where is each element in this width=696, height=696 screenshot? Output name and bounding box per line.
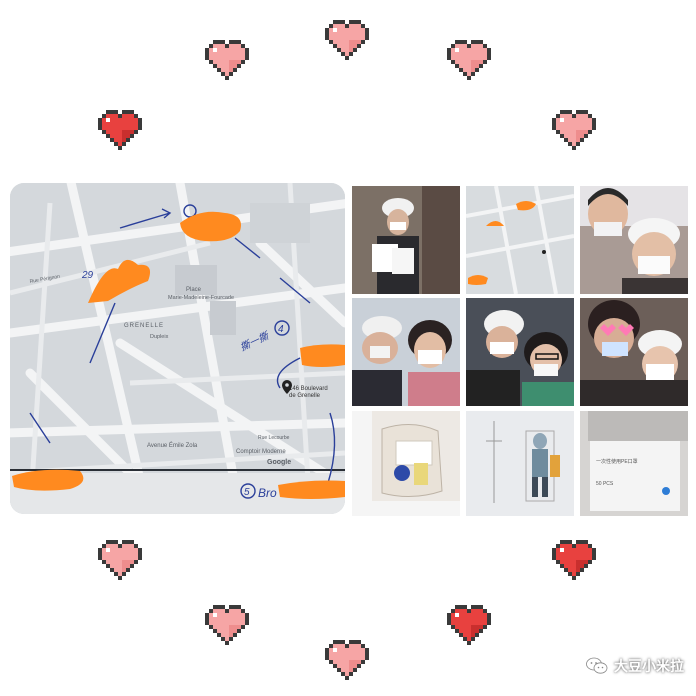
map-label-district: GRENELLE xyxy=(124,323,164,329)
watermark: 大豆小米拉 xyxy=(586,656,684,676)
photo-selfie-heart-eyes xyxy=(580,298,688,406)
map-label-address2: de Grenelle xyxy=(289,393,321,399)
map-label-metro: Dupleix xyxy=(150,334,169,340)
heart-light-icon xyxy=(98,540,142,580)
photo-bag-supplies xyxy=(352,411,460,516)
watermark-text: 大豆小米拉 xyxy=(614,658,684,674)
heart-light-icon xyxy=(205,605,249,645)
heart-light-icon xyxy=(205,40,249,80)
map-photo: Place Marie-Madeleine-Fourcade GRENELLE … xyxy=(10,183,345,514)
heart-light-icon xyxy=(552,110,596,150)
map-label-brand: Google xyxy=(267,459,291,466)
photo-selfie-glasses xyxy=(466,298,574,406)
heart-dark-icon xyxy=(447,605,491,645)
photo-map-small xyxy=(466,186,574,294)
photo-helmet-documents xyxy=(352,186,460,294)
handwriting-5: 5 xyxy=(244,487,250,498)
wechat-icon xyxy=(586,657,608,674)
map-label-avenue: Avenue Émile Zola xyxy=(147,442,198,449)
map-label-address1: 146 Boulevard xyxy=(289,386,328,392)
svg-text:一次性使用PE口罩: 一次性使用PE口罩 xyxy=(596,458,638,465)
map-label-rue2: Rue Lecourbe xyxy=(258,435,290,441)
photo-group-masks xyxy=(352,298,460,406)
heart-light-icon xyxy=(325,640,369,680)
map-label-square: Marie-Madeleine-Fourcade xyxy=(168,295,234,301)
map-label-place: Place xyxy=(186,287,202,293)
map-label-shop: Comptoir Moderne xyxy=(236,449,286,455)
photo-mask-box: 一次性使用PE口罩 50 PCS xyxy=(580,411,688,516)
photo-selfie-helmets xyxy=(580,186,688,294)
heart-light-icon xyxy=(447,40,491,80)
photo-drawing xyxy=(466,411,574,516)
photo-collage: 一次性使用PE口罩 50 PCS xyxy=(352,186,688,516)
handwriting-4: 4 xyxy=(278,324,284,335)
heart-dark-icon xyxy=(552,540,596,580)
heart-light-icon xyxy=(325,20,369,60)
handwriting-29: 29 xyxy=(81,270,94,281)
handwriting-bro: Bro xyxy=(258,486,277,500)
heart-dark-icon xyxy=(98,110,142,150)
svg-text:50 PCS: 50 PCS xyxy=(596,481,614,487)
